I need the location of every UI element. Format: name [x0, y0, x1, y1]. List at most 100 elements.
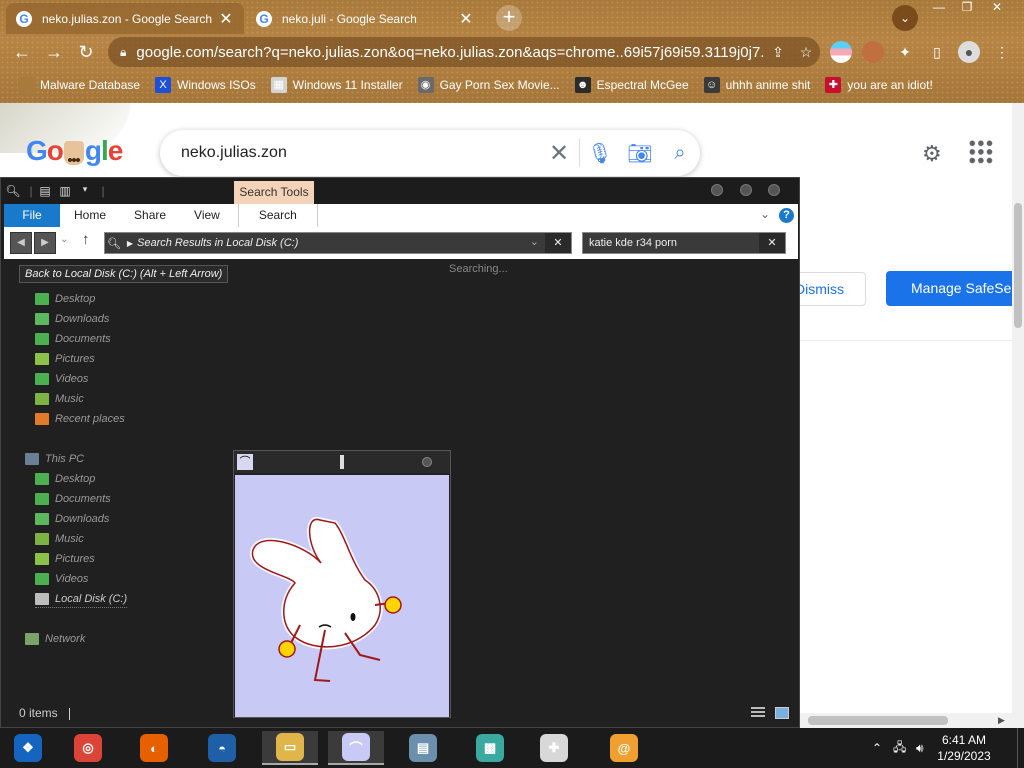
- new-tab-button[interactable]: +: [496, 5, 522, 31]
- google-apps-icon[interactable]: [968, 139, 994, 165]
- properties-icon[interactable]: ▤: [37, 184, 53, 198]
- show-desktop-button[interactable]: [1017, 728, 1024, 768]
- nav-tree-item[interactable]: Music: [35, 390, 84, 408]
- nav-tree-item[interactable]: Downloads: [35, 510, 109, 528]
- large-icons-view-icon[interactable]: [775, 707, 789, 719]
- extensions-puzzle-icon[interactable]: ✦: [893, 40, 917, 64]
- search-query[interactable]: neko.julias.zon: [181, 144, 539, 162]
- clear-search-icon[interactable]: ✕: [759, 233, 785, 253]
- bookmark-item[interactable]: X Windows ISOs: [155, 77, 256, 93]
- taskbar-clock[interactable]: 6:41 AM 1/29/2023: [932, 732, 996, 764]
- taskbar-rabbit-app[interactable]: ⌒: [328, 731, 384, 765]
- reload-button[interactable]: ↻: [74, 40, 98, 64]
- recent-locations-icon[interactable]: ⌄: [60, 234, 68, 245]
- new-folder-icon[interactable]: ▥: [57, 184, 73, 198]
- explorer-search-input[interactable]: katie kde r34 porn ✕: [582, 232, 786, 254]
- close-window-button[interactable]: ✕: [984, 0, 1010, 18]
- page-horizontal-scrollbar[interactable]: ▶: [800, 713, 1012, 728]
- taskbar-file-explorer[interactable]: ▭: [262, 731, 318, 765]
- chrome-menu-icon[interactable]: ⋮: [990, 40, 1014, 64]
- lens-camera-icon[interactable]: 📷︎: [620, 141, 660, 166]
- forward-button[interactable]: →: [42, 40, 66, 64]
- taskbar-cube-app[interactable]: ▩: [462, 731, 518, 765]
- tab-active[interactable]: G neko.julias.zon - Google Search ✕: [6, 3, 244, 34]
- nav-tree-item[interactable]: Documents: [35, 490, 111, 508]
- nav-tree-item[interactable]: Local Disk (C:): [35, 590, 128, 608]
- nav-tree-item[interactable]: Desktop: [35, 470, 95, 488]
- bookmark-item[interactable]: Malware Database: [18, 77, 140, 93]
- scrollbar-thumb[interactable]: [808, 716, 948, 725]
- tab-inactive[interactable]: G neko.juli - Google Search ✕: [246, 3, 484, 34]
- nav-tree-item[interactable]: Network: [25, 630, 85, 648]
- side-panel-icon[interactable]: ▯: [925, 40, 949, 64]
- nav-tree-item[interactable]: This PC: [25, 450, 84, 468]
- bookmark-item[interactable]: ▦ Windows 11 Installer: [270, 77, 403, 93]
- bookmark-star-icon[interactable]: ☆: [792, 44, 820, 61]
- taskbar-firefox[interactable]: ◐: [126, 731, 182, 765]
- clear-search-icon[interactable]: ✕: [539, 139, 579, 168]
- google-search-box[interactable]: neko.julias.zon ✕ 🎙︎ 📷︎ ⌕: [160, 130, 700, 176]
- nav-tree-item[interactable]: Pictures: [35, 350, 95, 368]
- rabbit-canvas[interactable]: [235, 475, 449, 717]
- bookmark-item[interactable]: ✚ you are an idiot!: [825, 77, 933, 93]
- extension-trans-flag-icon[interactable]: [830, 41, 852, 63]
- tab-home[interactable]: Home: [60, 204, 120, 227]
- explorer-minimize-button[interactable]: [711, 184, 723, 196]
- nav-tree-item[interactable]: Videos: [35, 370, 88, 388]
- tab-close-icon[interactable]: ✕: [458, 9, 474, 29]
- rabbit-window-close-button[interactable]: [422, 457, 432, 467]
- search-icon[interactable]: ⌕: [660, 142, 700, 165]
- taskbar-swirl-app[interactable]: @: [596, 731, 652, 765]
- show-hidden-icons-button[interactable]: ⌃: [872, 728, 882, 768]
- google-doodle-logo[interactable]: Go gle: [26, 135, 123, 167]
- taskbar-start-button[interactable]: ❖: [0, 731, 56, 765]
- up-arrow-icon[interactable]: ↑: [82, 231, 90, 248]
- taskbar-chrome[interactable]: ◎: [60, 731, 116, 765]
- search-box-text[interactable]: katie kde r34 porn: [589, 237, 677, 249]
- nav-tree-item[interactable]: Desktop: [35, 290, 95, 308]
- explorer-forward-button[interactable]: ▶: [34, 232, 56, 254]
- nav-tree-item[interactable]: Music: [35, 530, 84, 548]
- back-button[interactable]: ←: [10, 40, 34, 64]
- nav-tree-item[interactable]: Videos: [35, 570, 88, 588]
- bookmark-item[interactable]: ☻ Espectral McGee: [574, 77, 689, 93]
- ribbon-expand-chevron-icon[interactable]: ⌄: [760, 207, 770, 221]
- volume-icon[interactable]: 🔊︎: [916, 728, 924, 768]
- nav-tree-item[interactable]: Recent places: [35, 410, 125, 428]
- stop-search-icon[interactable]: ✕: [545, 233, 571, 253]
- taskbar-system-monitor[interactable]: ▤: [395, 731, 451, 765]
- help-icon[interactable]: ?: [779, 208, 794, 223]
- profile-avatar-icon[interactable]: ●: [958, 41, 980, 63]
- restore-button[interactable]: ❐: [954, 0, 980, 18]
- explorer-maximize-button[interactable]: [740, 184, 752, 196]
- voice-search-icon[interactable]: 🎙︎: [580, 141, 620, 166]
- details-view-icon[interactable]: [751, 707, 765, 719]
- manage-safesearch-button[interactable]: Manage SafeSearch: [886, 271, 1012, 306]
- settings-gear-icon[interactable]: ⚙: [922, 141, 942, 167]
- search-tools-context-tab[interactable]: Search Tools: [234, 181, 314, 204]
- bookmark-item[interactable]: ☺ uhhh anime shit: [703, 77, 810, 93]
- bookmark-item[interactable]: ◉ Gay Porn Sex Movie...: [417, 77, 560, 93]
- address-dropdown-icon[interactable]: ⌄: [530, 235, 539, 248]
- tab-search[interactable]: Search: [237, 204, 318, 227]
- address-bar[interactable]: 🔒︎ google.com/search?q=neko.julias.zon&o…: [108, 37, 820, 67]
- explorer-close-button[interactable]: [768, 184, 780, 196]
- rabbit-window-titlebar[interactable]: ⌒: [234, 451, 450, 473]
- tab-search-button[interactable]: ⌄: [892, 5, 918, 31]
- page-vertical-scrollbar[interactable]: [1012, 103, 1024, 728]
- share-icon[interactable]: ⇪: [764, 44, 792, 61]
- breadcrumb-arrow-icon[interactable]: ▶: [123, 239, 137, 248]
- nav-tree-item[interactable]: Documents: [35, 330, 111, 348]
- extension-avatar-icon[interactable]: [862, 41, 884, 63]
- customize-quick-access-icon[interactable]: ▾: [77, 184, 93, 195]
- tab-share[interactable]: Share: [120, 204, 180, 227]
- tab-view[interactable]: View: [180, 204, 234, 227]
- explorer-back-button[interactable]: ◀: [10, 232, 32, 254]
- taskbar-obama[interactable]: ◓: [194, 731, 250, 765]
- network-icon[interactable]: 🖧︎: [893, 728, 906, 768]
- tab-close-icon[interactable]: ✕: [218, 9, 234, 29]
- tab-file[interactable]: File: [4, 204, 60, 227]
- scrollbar-thumb[interactable]: [1014, 203, 1022, 328]
- explorer-address-bar[interactable]: 🔍︎ ▶ Search Results in Local Disk (C:) ⌄…: [104, 232, 572, 254]
- minimize-button[interactable]: —: [926, 0, 952, 18]
